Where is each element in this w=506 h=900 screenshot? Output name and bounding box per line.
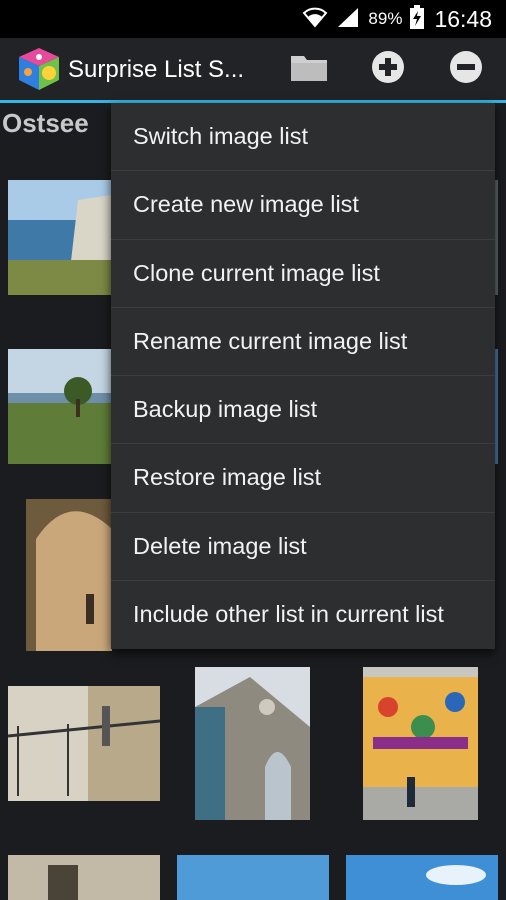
menu-item-create-new-image-list[interactable]: Create new image list bbox=[111, 171, 495, 240]
menu-item-clone-current-image-list[interactable]: Clone current image list bbox=[111, 240, 495, 308]
folder-button[interactable] bbox=[288, 48, 330, 90]
image-thumbnail[interactable] bbox=[8, 855, 160, 900]
add-circle-icon bbox=[371, 50, 405, 88]
menu-item-backup-image-list[interactable]: Backup image list bbox=[111, 376, 495, 445]
image-thumbnail[interactable] bbox=[8, 180, 112, 295]
remove-button[interactable] bbox=[445, 48, 487, 90]
folder-icon bbox=[290, 52, 328, 86]
menu-item-include-other-list[interactable]: Include other list in current list bbox=[111, 581, 495, 649]
image-thumbnail[interactable] bbox=[195, 667, 310, 820]
image-thumbnail[interactable] bbox=[346, 855, 498, 900]
image-thumbnail[interactable] bbox=[177, 855, 329, 900]
image-thumbnail[interactable] bbox=[8, 349, 112, 464]
wifi-icon bbox=[302, 6, 328, 33]
signal-icon bbox=[336, 6, 360, 33]
battery-percent: 89% bbox=[368, 9, 403, 28]
menu-item-rename-current-image-list[interactable]: Rename current image list bbox=[111, 308, 495, 376]
status-bar: 89% 16:48 bbox=[0, 0, 506, 38]
remove-circle-icon bbox=[449, 50, 483, 88]
status-icons: 89% 16:48 bbox=[302, 0, 492, 38]
clock: 16:48 bbox=[434, 5, 492, 32]
image-thumbnail[interactable] bbox=[26, 499, 112, 651]
image-thumbnail[interactable] bbox=[363, 667, 478, 820]
dice-cube-icon[interactable] bbox=[16, 46, 62, 92]
list-name-heading: Ostsee bbox=[2, 108, 89, 138]
menu-item-restore-image-list[interactable]: Restore image list bbox=[111, 444, 495, 513]
battery-charging-icon bbox=[410, 4, 425, 34]
menu-item-switch-image-list[interactable]: Switch image list bbox=[111, 103, 495, 172]
app-title: Surprise List S... bbox=[68, 56, 245, 83]
menu-item-delete-image-list[interactable]: Delete image list bbox=[111, 513, 495, 581]
image-thumbnail[interactable] bbox=[8, 686, 160, 801]
add-button[interactable] bbox=[367, 48, 409, 90]
overflow-menu: Switch image list Create new image list … bbox=[111, 103, 495, 649]
